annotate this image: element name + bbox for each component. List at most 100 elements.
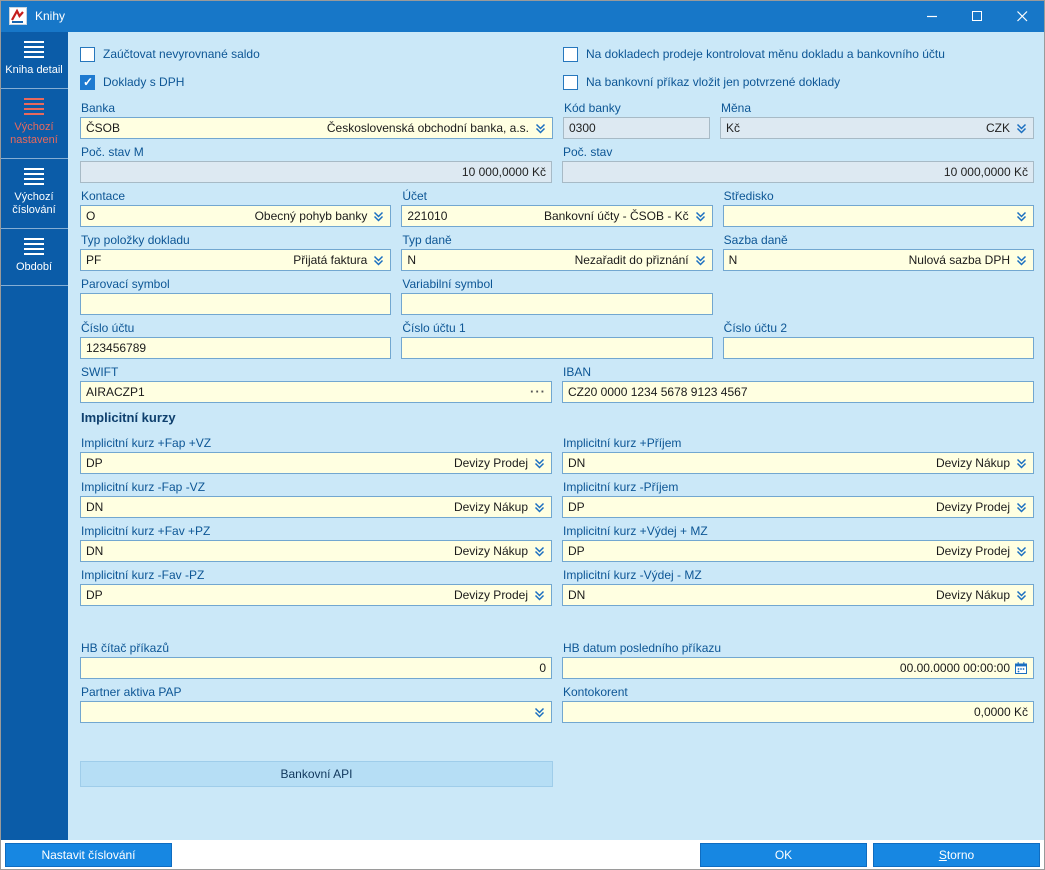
kontace-combobox[interactable]: O Obecný pohyb banky [80, 205, 392, 227]
typ-polozky-name: Přijatá faktura [293, 253, 368, 267]
banka-combobox[interactable]: ČSOB Československá obchodní banka, a.s. [80, 117, 553, 139]
sidebar-item-obdobi[interactable]: Období [0, 229, 68, 286]
field-kurz-minus-fap-vz: Implicitní kurz -Fap -VZ DN Devizy Nákup [80, 480, 552, 518]
cislo-uctu-1-label: Číslo účtu 1 [402, 321, 466, 335]
dropdown-icon[interactable] [534, 122, 547, 135]
dropdown-icon[interactable] [533, 589, 546, 602]
hb-citac-input[interactable]: 0 [80, 657, 552, 679]
dropdown-icon[interactable] [694, 210, 707, 223]
iban-input[interactable]: CZ20 0000 1234 5678 9123 4567 [562, 381, 1034, 403]
implicitni-kurzy-header: Implicitní kurzy [81, 410, 176, 425]
field-kurz-minus-vydej-mz: Implicitní kurz -Výdej - MZ DN Devizy Ná… [562, 568, 1034, 606]
dph-checkbox[interactable] [80, 74, 95, 90]
dropdown-icon[interactable] [533, 706, 546, 719]
swift-input[interactable]: AIRACZP1 ··· [80, 381, 552, 403]
partner-pap-combobox[interactable] [80, 701, 552, 723]
field-hb-datum: HB datum posledního příkazu 00.00.0000 0… [562, 641, 1034, 679]
variabilni-symbol-input[interactable] [401, 293, 713, 315]
dropdown-icon[interactable] [694, 254, 707, 267]
sidebar-item-label: Výchozí nastavení [10, 121, 58, 146]
calendar-icon[interactable] [1014, 661, 1028, 675]
dropdown-icon[interactable] [1015, 210, 1028, 223]
kurz-minus-prijem-label: Implicitní kurz -Příjem [563, 480, 679, 494]
parovaci-symbol-input[interactable] [80, 293, 392, 315]
field-variabilni-symbol: Variabilní symbol [401, 277, 713, 315]
saldo-checkbox[interactable] [80, 46, 95, 62]
kurz-plus-vydej-mz-name: Devizy Prodej [935, 544, 1010, 558]
close-button[interactable] [1000, 0, 1045, 32]
kurz-plus-vydej-mz-code: DP [568, 544, 585, 558]
kurz-plus-fav-pz-combobox[interactable]: DN Devizy Nákup [80, 540, 552, 562]
sidebar-item-vychozi-nastaveni[interactable]: Výchozí nastavení [0, 89, 68, 159]
kurz-plus-fap-vz-combobox[interactable]: DP Devizy Prodej [80, 452, 552, 474]
ok-button[interactable]: OK [700, 843, 867, 867]
kod-banky-input: 0300 [563, 117, 710, 139]
poc-stav-value: 10 000,0000 Kč [943, 165, 1028, 179]
hb-datum-label: HB datum posledního příkazu [563, 641, 722, 655]
hb-citac-value: 0 [539, 661, 546, 675]
dropdown-icon[interactable] [533, 501, 546, 514]
cislo-uctu-2-input[interactable] [722, 337, 1034, 359]
kontokorent-input[interactable]: 0,0000 Kč [562, 701, 1034, 723]
kurz-minus-prijem-combobox[interactable]: DP Devizy Prodej [562, 496, 1034, 518]
typ-polozky-combobox[interactable]: PF Přijatá faktura [80, 249, 392, 271]
maximize-button[interactable] [955, 0, 1000, 32]
kurz-minus-fav-pz-combobox[interactable]: DP Devizy Prodej [80, 584, 552, 606]
iban-label: IBAN [563, 365, 592, 379]
partner-pap-label: Partner aktiva PAP [81, 685, 182, 699]
dropdown-icon[interactable] [533, 545, 546, 558]
field-banka: Banka ČSOB Československá obchodní banka… [80, 101, 553, 139]
dropdown-icon[interactable] [1015, 254, 1028, 267]
kontrola-meny-checkbox-label: Na dokladech prodeje kontrolovat měnu do… [586, 47, 945, 61]
storno-button[interactable]: Storno [873, 843, 1040, 867]
kurz-plus-prijem-name: Devizy Nákup [935, 456, 1010, 470]
stredisko-combobox[interactable] [722, 205, 1034, 227]
kontokorent-value: 0,0000 Kč [973, 705, 1028, 719]
field-poc-stav: Poč. stav 10 000,0000 Kč [562, 145, 1034, 183]
kurz-plus-fav-pz-code: DN [86, 544, 104, 558]
field-iban: IBAN CZ20 0000 1234 5678 9123 4567 [562, 365, 1034, 403]
dropdown-icon[interactable] [372, 210, 385, 223]
dropdown-icon[interactable] [1015, 589, 1028, 602]
typ-dane-combobox[interactable]: N Nezařadit do přiznání [401, 249, 713, 271]
ucet-combobox[interactable]: 221010 Bankovní účty - ČSOB - Kč [401, 205, 713, 227]
dropdown-icon[interactable] [533, 457, 546, 470]
iban-value: CZ20 0000 1234 5678 9123 4567 [568, 385, 748, 399]
sidebar-item-vychozi-cislovani[interactable]: Výchozí číslování [0, 159, 68, 229]
sidebar: Kniha detail Výchozí nastavení Výchozí č… [0, 32, 68, 840]
field-kurz-plus-prijem: Implicitní kurz +Příjem DN Devizy Nákup [562, 436, 1034, 474]
titlebar: Knihy [0, 0, 1045, 32]
kurz-minus-prijem-name: Devizy Prodej [935, 500, 1010, 514]
minimize-button[interactable] [910, 0, 955, 32]
dropdown-icon[interactable] [1015, 545, 1028, 558]
kod-banky-label: Kód banky [564, 101, 621, 115]
dropdown-icon[interactable] [372, 254, 385, 267]
bankovni-api-button[interactable]: Bankovní API [80, 761, 553, 787]
kurz-plus-prijem-combobox[interactable]: DN Devizy Nákup [562, 452, 1034, 474]
dropdown-icon[interactable] [1015, 457, 1028, 470]
kurz-plus-vydej-mz-combobox[interactable]: DP Devizy Prodej [562, 540, 1034, 562]
field-kontokorent: Kontokorent 0,0000 Kč [562, 685, 1034, 723]
sazba-dane-name: Nulová sazba DPH [908, 253, 1010, 267]
kurz-minus-fav-pz-code: DP [86, 588, 103, 602]
mena-name: CZK [986, 121, 1010, 135]
dropdown-icon[interactable] [1015, 501, 1028, 514]
poc-stav-m-value: 10 000,0000 Kč [461, 165, 546, 179]
cislo-uctu-input[interactable]: 123456789 [80, 337, 392, 359]
potvrzene-checkbox[interactable] [563, 74, 578, 90]
field-ucet: Účet 221010 Bankovní účty - ČSOB - Kč [401, 189, 713, 227]
sazba-dane-combobox[interactable]: N Nulová sazba DPH [722, 249, 1034, 271]
sidebar-item-kniha-detail[interactable]: Kniha detail [0, 32, 68, 89]
kurz-minus-fap-vz-name: Devizy Nákup [453, 500, 528, 514]
sidebar-item-label: Kniha detail [5, 64, 63, 76]
field-kurz-plus-vydej-mz: Implicitní kurz +Výdej + MZ DP Devizy Pr… [562, 524, 1034, 562]
ellipsis-button[interactable]: ··· [530, 385, 546, 398]
kurz-plus-vydej-mz-label: Implicitní kurz +Výdej + MZ [563, 524, 708, 538]
kurz-minus-fap-vz-combobox[interactable]: DN Devizy Nákup [80, 496, 552, 518]
field-typ-polozky-dokladu: Typ položky dokladu PF Přijatá faktura [80, 233, 392, 271]
nastavit-cislovani-button[interactable]: Nastavit číslování [5, 843, 172, 867]
kontrola-meny-checkbox[interactable] [563, 46, 578, 62]
hb-datum-input[interactable]: 00.00.0000 00:00:00 [562, 657, 1034, 679]
kurz-minus-vydej-mz-combobox[interactable]: DN Devizy Nákup [562, 584, 1034, 606]
cislo-uctu-1-input[interactable] [401, 337, 713, 359]
